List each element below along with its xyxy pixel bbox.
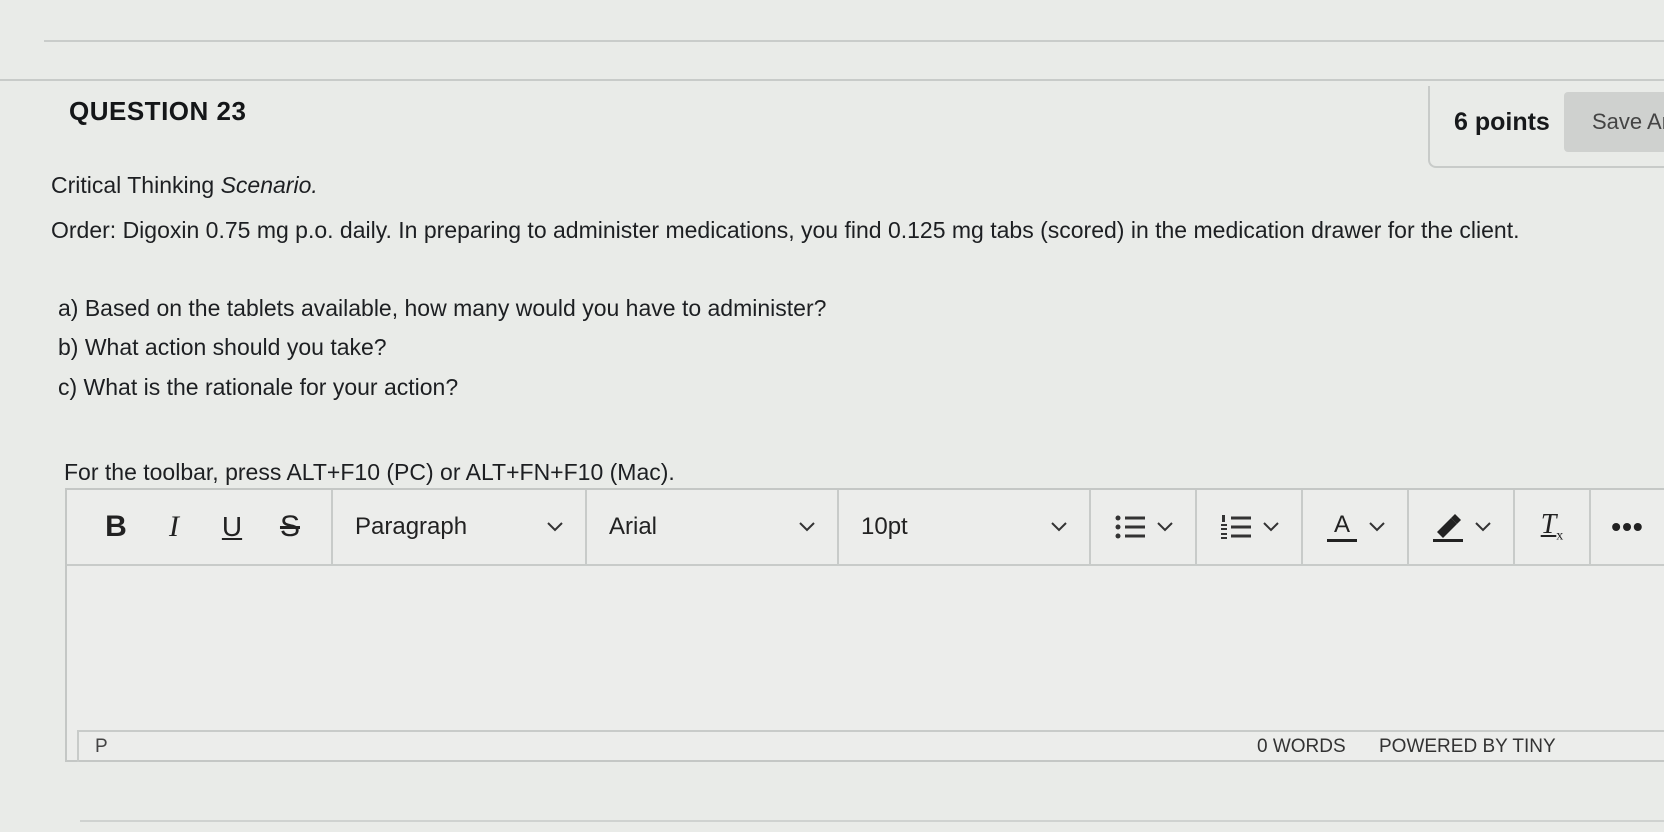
powered-by-link[interactable]: POWERED BY TINY (1379, 736, 1556, 758)
editor-statusbar: P 0 WORDS POWERED BY TINY (77, 730, 1664, 762)
text-color-glyph: A (1333, 510, 1350, 538)
format-buttons: B I U S (67, 490, 333, 564)
chevron-down-icon (1369, 522, 1385, 532)
font-size-select[interactable]: 10pt (839, 490, 1091, 564)
chevron-down-icon (1157, 522, 1173, 532)
strikethrough-button[interactable]: S (261, 490, 319, 564)
points-label: 6 points (1454, 108, 1550, 136)
more-icon: ••• (1611, 511, 1644, 542)
editor-content-area[interactable] (67, 564, 1664, 728)
underline-icon: U (221, 511, 243, 542)
bold-icon: B (105, 510, 127, 543)
editor-toolbar: B I U S Paragraph Arial 10pt A Tx ••• (67, 490, 1664, 566)
toolbar-hint: For the toolbar, press ALT+F10 (PC) or A… (64, 459, 675, 485)
element-path[interactable]: P (95, 736, 108, 758)
question-item-b: b) What action should you take? (58, 334, 387, 360)
scenario-italic: Scenario. (220, 172, 318, 198)
word-count[interactable]: 0 WORDS (1257, 736, 1346, 758)
text-color-swatch (1327, 538, 1357, 542)
text-color-icon: A (1325, 512, 1359, 542)
question-item-a: a) Based on the tablets available, how m… (58, 295, 827, 321)
clear-formatting-sub: x (1556, 528, 1564, 544)
chevron-down-icon (1475, 522, 1491, 532)
chevron-down-icon (547, 522, 563, 532)
bullet-list-icon (1113, 512, 1147, 542)
bold-button[interactable]: B (87, 490, 145, 564)
italic-icon: I (169, 510, 179, 543)
clear-formatting-icon: Tx (1541, 509, 1564, 545)
question-title: QUESTION 23 (69, 96, 247, 126)
bullet-list-button[interactable] (1091, 490, 1197, 564)
chevron-down-icon (799, 522, 815, 532)
strikethrough-icon: S (279, 510, 300, 543)
scenario-prefix: Critical Thinking (51, 172, 221, 198)
text-color-button[interactable]: A (1303, 490, 1409, 564)
top-divider (44, 40, 1664, 42)
clear-formatting-glyph: T (1540, 509, 1557, 541)
more-button[interactable]: ••• (1591, 490, 1664, 564)
font-family-select[interactable]: Arial (587, 490, 839, 564)
order-text: Order: Digoxin 0.75 mg p.o. daily. In pr… (51, 217, 1520, 243)
chevron-down-icon (1051, 522, 1067, 532)
highlight-color-button[interactable] (1409, 490, 1515, 564)
block-format-select[interactable]: Paragraph (333, 490, 587, 564)
scenario-heading: Critical Thinking Scenario. (51, 172, 318, 199)
font-size-value: 10pt (861, 513, 908, 540)
numbered-list-icon (1219, 512, 1253, 542)
chevron-down-icon (1263, 522, 1279, 532)
save-answer-button[interactable]: Save An (1564, 92, 1664, 152)
question-item-c: c) What is the rationale for your action… (58, 374, 459, 400)
points-panel: 6 points Save An (1428, 86, 1664, 168)
block-format-value: Paragraph (355, 513, 468, 540)
rich-text-editor: B I U S Paragraph Arial 10pt A Tx ••• P … (65, 488, 1664, 762)
highlight-icon (1431, 512, 1465, 542)
numbered-list-button[interactable] (1197, 490, 1303, 564)
font-family-value: Arial (609, 513, 658, 540)
clear-formatting-button[interactable]: Tx (1515, 490, 1591, 564)
italic-button[interactable]: I (145, 490, 203, 564)
section-divider (0, 79, 1664, 81)
underline-button[interactable]: U (203, 490, 261, 564)
bottom-divider (80, 820, 1664, 822)
